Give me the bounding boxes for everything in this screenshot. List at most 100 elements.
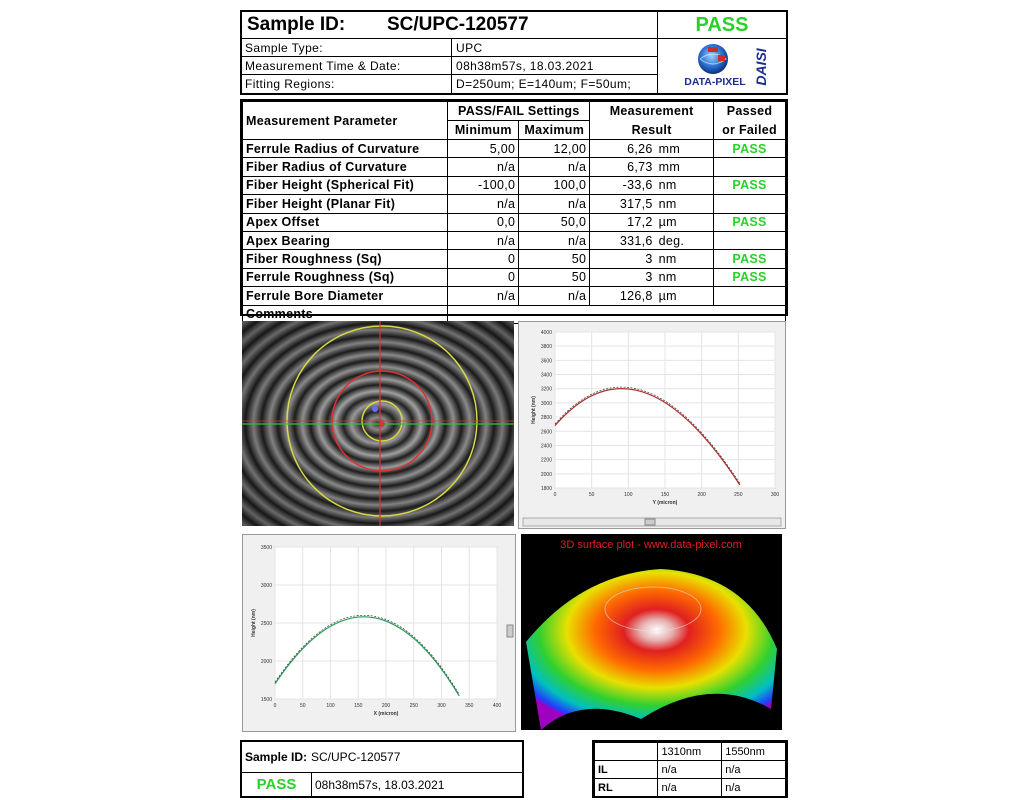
footer-sample-id-value: SC/UPC-120577 [311, 750, 401, 764]
y-tick-label: 3400 [541, 373, 552, 379]
footer-summary: Sample ID: SC/UPC-120577 PASS 08h38m57s,… [240, 740, 524, 798]
param-min: 0 [447, 267, 520, 288]
x-tick-label: 200 [697, 492, 706, 498]
y-tick-label: 1500 [261, 697, 272, 703]
param-unit: nm [655, 194, 715, 214]
param-max: 12,00 [518, 138, 591, 159]
param-pass-fail: PASS [713, 249, 786, 269]
col-header-min: Minimum [447, 120, 520, 140]
x-tick-label: 150 [661, 492, 670, 498]
fitting-regions-value: D=250um; E=140um; F=50um; [456, 77, 632, 91]
param-unit: mm [655, 157, 715, 177]
y-plot-scroll-thumb [644, 518, 656, 526]
footer-id-row: Sample ID: SC/UPC-120577 [242, 742, 522, 772]
sample-id-row: Sample ID: SC/UPC-120577 [242, 12, 658, 39]
parameter-row: Ferrule Radius of Curvature 5,00 12,00 6,26… [241, 138, 786, 159]
y-axis-label: Height (nm) [531, 396, 537, 424]
x-tick-label: 250 [734, 492, 743, 498]
col-header-settings: PASS/FAIL Settings [447, 101, 591, 121]
param-max: 100,0 [518, 175, 591, 196]
x-tick-label: 300 [437, 703, 446, 709]
loss-row-rl-label: RL [593, 778, 659, 797]
x-tick-label: 0 [554, 492, 557, 498]
param-name: Fiber Radius of Curvature [241, 157, 449, 177]
parameter-rows: Ferrule Radius of Curvature 5,00 12,00 6,26… [241, 138, 786, 306]
measurement-time-row: Measurement Time & Date: 08h38m57s, 18.0… [242, 57, 658, 75]
loss-col-1310: 1310nm [657, 742, 723, 761]
y-tick-label: 3800 [541, 344, 552, 350]
loss-table: 1310nm 1550nm IL n/a n/a RL n/a n/a [592, 740, 788, 798]
x-tick-label: 100 [326, 703, 335, 709]
surface-3d-plot: 3D surface plot - www.data-pixel.com [521, 534, 782, 730]
param-max: 50 [518, 267, 591, 288]
footer-datetime: 08h38m57s, 18.03.2021 [312, 772, 522, 796]
param-pass-fail: PASS [713, 138, 786, 159]
param-unit: µm [655, 286, 715, 306]
param-min: 0,0 [447, 212, 520, 232]
param-pass-fail [713, 230, 786, 251]
measurement-time-value: 08h38m57s, 18.03.2021 [456, 58, 594, 73]
loss-rl-1310: n/a [657, 778, 723, 797]
x-tick-label: 250 [410, 703, 419, 709]
x-tick-label: 50 [300, 703, 306, 709]
parameter-row: Fiber Height (Spherical Fit) -100,0 100,0-… [241, 175, 786, 196]
param-name: Ferrule Roughness (Sq) [241, 267, 449, 288]
param-result: -33,6 [589, 175, 656, 196]
x-tick-label: 350 [465, 703, 474, 709]
sample-type-label: Sample Type: [242, 39, 452, 56]
x-plot-scroll-thumb [506, 624, 514, 638]
report-header: Sample ID: SC/UPC-120577 PASS Sample Typ… [240, 10, 788, 95]
col-header-max: Maximum [518, 120, 591, 140]
y-tick-label: 3600 [541, 358, 552, 364]
param-name: Fiber Roughness (Sq) [241, 249, 449, 269]
logo-side-text: DAISI [753, 47, 769, 85]
sample-type-value: UPC [456, 40, 483, 55]
param-name: Fiber Height (Planar Fit) [241, 194, 449, 214]
parameter-row: Apex Offset 0,0 50,0 17,2 µm PASS [241, 212, 786, 232]
param-max: n/a [518, 194, 591, 214]
loss-corner [593, 742, 659, 761]
x-axis-label: Y (micron) [653, 500, 678, 506]
parameter-table: Measurement Parameter PASS/FAIL Settings… [240, 99, 788, 324]
y-tick-label: 4000 [541, 330, 552, 336]
param-min: n/a [447, 157, 520, 177]
param-result: 331,6 [589, 230, 656, 251]
param-min: 0 [447, 249, 520, 269]
param-unit: mm [655, 138, 715, 159]
param-unit: nm [655, 267, 715, 288]
parameter-row: Ferrule Roughness (Sq) 0 50 3 nm PASS [241, 267, 786, 288]
x-tick-label: 200 [382, 703, 391, 709]
param-unit: nm [655, 249, 715, 269]
y-tick-label: 2000 [261, 659, 272, 665]
sample-id-value: SC/UPC-120577 [387, 14, 529, 35]
parameter-row: Fiber Radius of Curvature n/a n/a 6,73 mm [241, 157, 786, 177]
col-header-parameter: Measurement Parameter [241, 101, 449, 140]
param-name: Fiber Height (Spherical Fit) [241, 175, 449, 196]
y-profile-plot: 4000 3800 3600 3400 3200 3000 2800 2600 2400 2200… [518, 321, 786, 529]
param-pass-fail: PASS [713, 175, 786, 196]
param-pass-fail: PASS [713, 267, 786, 288]
param-pass-fail [713, 157, 786, 177]
param-unit: µm [655, 212, 715, 232]
param-result: 6,26 [589, 138, 656, 159]
param-min: n/a [447, 194, 520, 214]
param-max: 50,0 [518, 212, 591, 232]
param-max: 50 [518, 249, 591, 269]
y-tick-label: 3200 [541, 387, 552, 393]
loss-il-1550: n/a [721, 760, 786, 779]
overall-result-badge: PASS [658, 12, 786, 39]
parameter-row: Fiber Roughness (Sq) 0 50 3 nm PASS [241, 249, 786, 269]
param-result: 317,5 [589, 194, 656, 214]
surface-title: 3D surface plot - www.data-pixel.com [560, 539, 742, 551]
y-tick-label: 2400 [541, 443, 552, 449]
x-tick-label: 400 [493, 703, 502, 709]
x-tick-label: 150 [354, 703, 363, 709]
parameter-row: Fiber Height (Planar Fit) n/a n/a 317,5 nm [241, 194, 786, 214]
param-result: 6,73 [589, 157, 656, 177]
param-result: 17,2 [589, 212, 656, 232]
fitting-regions-row: Fitting Regions: D=250um; E=140um; F=50u… [242, 75, 658, 93]
param-unit: deg. [655, 230, 715, 251]
y-tick-label: 2600 [541, 429, 552, 435]
x-profile-plot: 3500 3000 2500 2000 1500 0 50 100 150 200 250 300 35… [242, 534, 516, 732]
y-tick-label: 3500 [261, 545, 272, 551]
